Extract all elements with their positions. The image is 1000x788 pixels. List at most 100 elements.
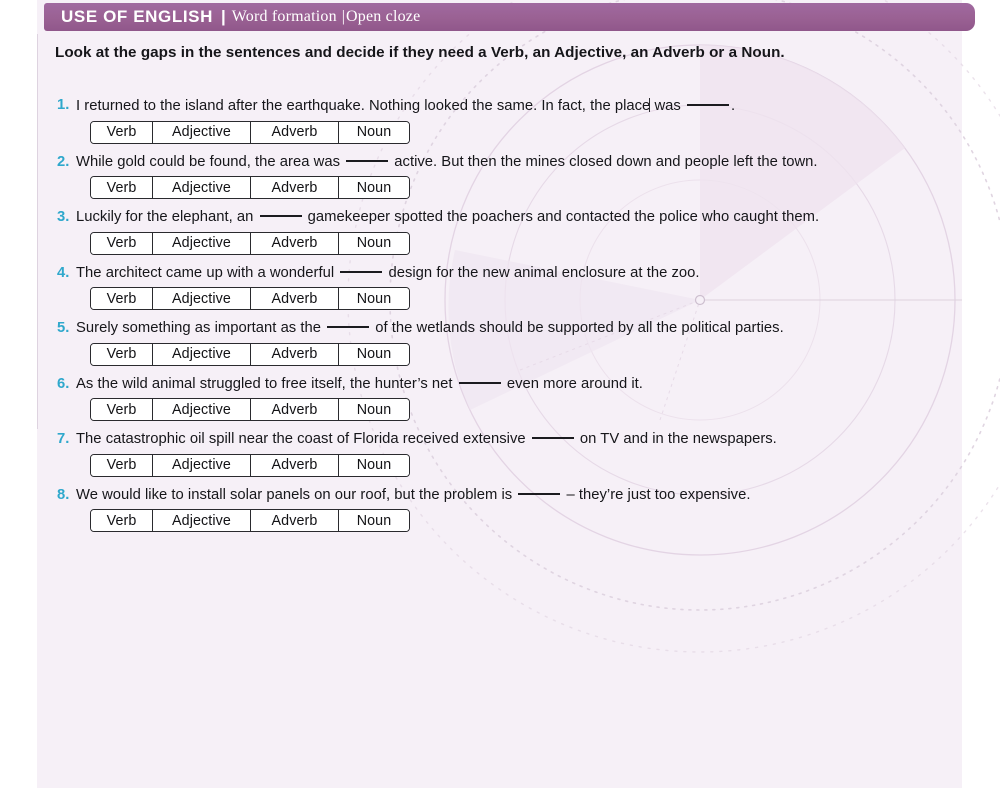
answer-option-noun[interactable]: Noun [339,121,409,143]
question-text-after-gap: . [730,98,736,114]
question-text-after-gap: even more around it. [502,375,643,392]
answer-options-group: Verb Adjective Adverb Noun [90,342,410,366]
answer-option-verb[interactable]: Verb [91,121,153,143]
answer-gap[interactable] [259,215,302,217]
question-sentence-row: 2. While gold could be found, the area wa… [55,153,955,173]
question-sentence-row: 1. I returned to the island after the ear… [55,96,955,117]
answer-gap[interactable] [518,492,561,495]
answer-option-adjective[interactable]: Adjective [153,399,251,420]
answer-option-adverb[interactable]: Adverb [251,288,339,309]
worksheet-page: USE OF ENGLISH | Word formation | Open c… [0,0,1000,788]
questions-list: 1. I returned to the island after the ear… [55,96,955,541]
text-before-caret: I returned to the island after the earth… [76,98,651,114]
question-text-before-gap: Luckily for the elephant, an [76,209,258,225]
answer-option-verb[interactable]: Verb [91,177,153,198]
question-item: 4. The architect came up with a wonderful… [55,264,955,310]
answer-gap[interactable] [327,326,370,328]
answer-option-noun[interactable]: Noun [339,232,409,254]
answer-option-verb[interactable]: Verb [91,288,153,309]
question-number: 4. [57,264,70,281]
question-text: The architect came up with a wonderful d… [76,264,700,284]
answer-option-noun[interactable]: Noun [339,288,409,309]
question-item: 3. Luckily for the elephant, an gamekeepe… [55,208,955,255]
question-text-after-gap: gamekeeper spotted the poachers and cont… [303,209,820,225]
answer-option-adverb[interactable]: Adverb [251,510,339,531]
question-text-before-gap: As the wild animal struggled to free its… [76,375,457,392]
question-text: While gold could be found, the area was … [76,153,818,173]
answer-options-group: Verb Adjective Adverb Noun [90,398,410,421]
question-sentence-row: 7. The catastrophic oil spill near the co… [55,430,955,450]
answer-option-noun[interactable]: Noun [339,454,409,476]
answer-option-noun[interactable]: Noun [339,177,409,198]
answer-options-group: Verb Adjective Adverb Noun [90,231,410,255]
question-item: 2. While gold could be found, the area wa… [55,153,955,199]
panel-left-rule [37,34,38,429]
exercise-instruction: Look at the gaps in the sentences and de… [55,44,785,61]
question-text-before-gap: We would like to install solar panels on… [76,486,517,503]
answer-option-adjective[interactable]: Adjective [153,232,251,254]
answer-option-noun[interactable]: Noun [339,343,409,365]
answer-option-verb[interactable]: Verb [91,454,153,476]
question-text-before-gap: The architect came up with a wonderful [76,264,339,281]
question-text-after-gap: active. But then the mines closed down a… [390,153,818,170]
answer-option-verb[interactable]: Verb [91,343,153,365]
answer-gap[interactable] [458,381,501,384]
answer-option-verb[interactable]: Verb [91,399,153,420]
question-text: Surely something as important as the of … [76,319,784,339]
answer-option-adverb[interactable]: Adverb [251,177,339,198]
question-item: 1. I returned to the island after the ear… [55,96,955,144]
question-text-before-gap: The catastrophic oil spill near the coas… [76,431,530,447]
question-item: 6. As the wild animal struggled to free i… [55,375,955,421]
question-number: 7. [57,431,70,447]
answer-gap[interactable] [346,159,389,162]
question-item: 7. The catastrophic oil spill near the co… [55,430,955,477]
question-text: As the wild animal struggled to free its… [76,375,643,395]
answer-option-adverb[interactable]: Adverb [251,399,339,420]
question-item: 8. We would like to install solar panels … [55,486,955,532]
question-number: 8. [57,486,70,503]
question-text-after-gap: of the wetlands should be supported by a… [371,320,784,336]
answer-option-adjective[interactable]: Adjective [153,177,251,198]
answer-option-adjective[interactable]: Adjective [153,343,251,365]
answer-options-group: Verb Adjective Adverb Noun [90,509,410,532]
text-after-caret: was [650,98,685,114]
answer-option-adjective[interactable]: Adjective [153,288,251,309]
answer-option-noun[interactable]: Noun [339,399,409,420]
question-sentence-row: 8. We would like to install solar panels … [55,486,955,506]
question-text: The catastrophic oil spill near the coas… [76,430,777,450]
question-sentence-row: 3. Luckily for the elephant, an gamekeepe… [55,208,955,228]
question-number: 1. [57,97,70,113]
answer-option-verb[interactable]: Verb [91,232,153,254]
answer-option-adverb[interactable]: Adverb [251,232,339,254]
section-subtitle-open-cloze: Open cloze [346,8,421,25]
answer-gap[interactable] [686,104,729,106]
answer-option-adverb[interactable]: Adverb [251,121,339,143]
answer-option-noun[interactable]: Noun [339,510,409,531]
question-text: We would like to install solar panels on… [76,486,750,506]
question-sentence-row: 6. As the wild animal struggled to free i… [55,375,955,395]
answer-gap[interactable] [531,437,574,439]
answer-option-adjective[interactable]: Adjective [153,510,251,531]
answer-options-group: Verb Adjective Adverb Noun [90,120,410,144]
answer-option-adverb[interactable]: Adverb [251,343,339,365]
section-subtitle-word-formation: Word formation [231,8,337,25]
answer-option-verb[interactable]: Verb [91,510,153,531]
answer-options-group: Verb Adjective Adverb Noun [90,176,410,199]
question-text-before-gap: I returned to the island after the earth… [76,98,685,114]
question-number: 6. [57,375,70,392]
question-text-before-gap: While gold could be found, the area was [76,153,345,170]
section-header-band: USE OF ENGLISH | Word formation | Open c… [44,3,975,31]
answer-option-adjective[interactable]: Adjective [153,121,251,143]
question-sentence-row: 5. Surely something as important as the o… [55,319,955,339]
answer-options-group: Verb Adjective Adverb Noun [90,287,410,310]
question-number: 3. [57,209,70,225]
question-text-before-gap: Surely something as important as the [76,320,326,336]
question-text-after-gap: on TV and in the newspapers. [575,431,777,447]
question-number: 5. [57,320,70,336]
answer-option-adverb[interactable]: Adverb [251,454,339,476]
question-text: Luckily for the elephant, an gamekeeper … [76,208,819,228]
answer-gap[interactable] [340,270,383,273]
answer-options-group: Verb Adjective Adverb Noun [90,453,410,477]
text-caret [649,98,651,112]
answer-option-adjective[interactable]: Adjective [153,454,251,476]
